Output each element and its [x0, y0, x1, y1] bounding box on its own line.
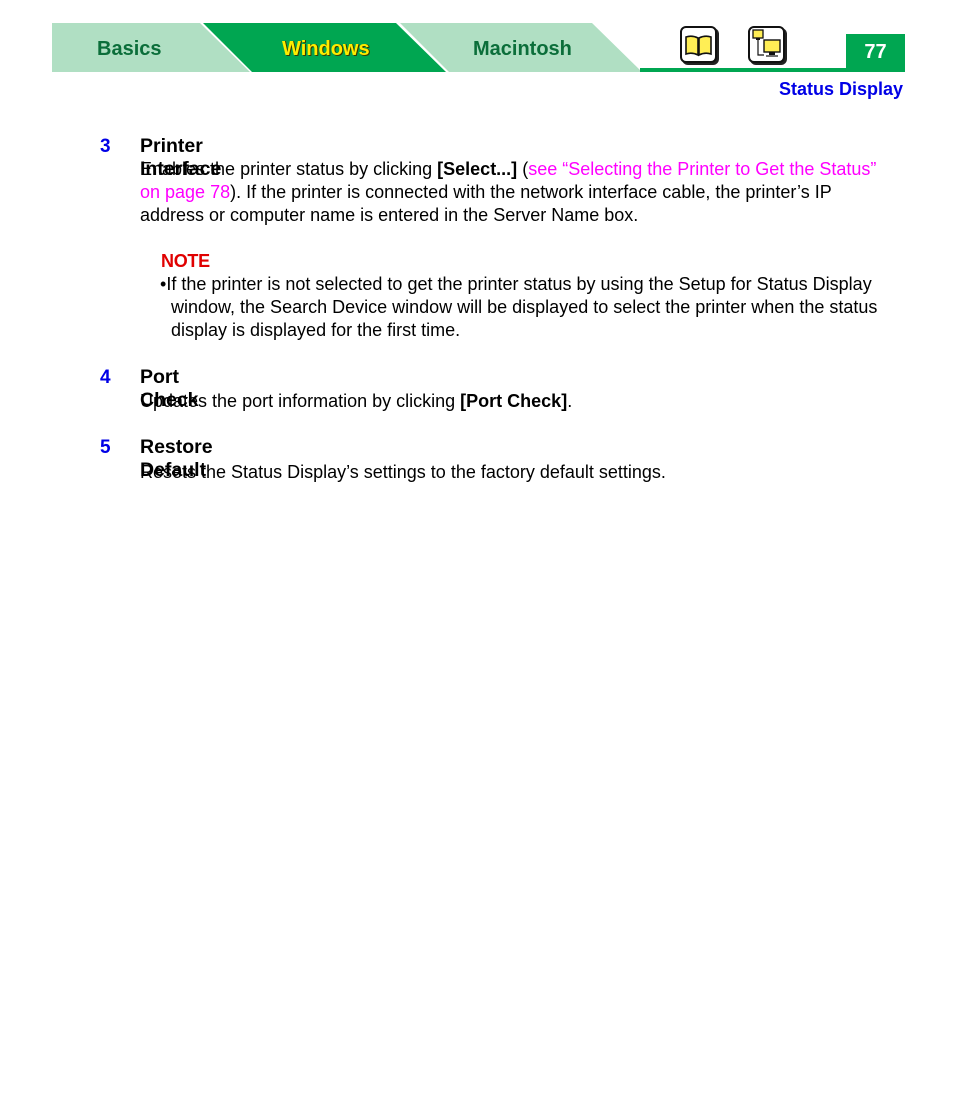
text: ). If the printer is connected with the …	[140, 182, 832, 225]
item-number: 4	[100, 367, 111, 388]
network-button[interactable]	[748, 26, 785, 63]
network-computer-icon	[752, 29, 781, 57]
section-title: Status Display	[778, 79, 903, 99]
text: (	[517, 159, 529, 179]
text: Enables the printer status by clicking	[140, 159, 438, 179]
text: Updates the port information by clicking	[140, 391, 461, 411]
tab-macintosh[interactable]: Macintosh	[473, 37, 572, 61]
item-number: 5	[100, 437, 111, 458]
item-number: 3	[100, 136, 111, 157]
navigation-tabs: Basics Windows Macintosh 77	[0, 0, 954, 80]
text: .	[567, 391, 573, 411]
contents-button[interactable]	[680, 26, 717, 63]
button-reference: [Select...]	[437, 159, 518, 179]
item-description: Updates the port information by clicking…	[140, 390, 880, 413]
tab-windows[interactable]: Windows	[282, 37, 370, 61]
item-description: Resets the Status Display’s settings to …	[140, 462, 666, 482]
book-icon	[685, 35, 712, 57]
note-item: •If the printer is not selected to get t…	[160, 273, 881, 342]
button-reference: [Port Check]	[460, 391, 568, 411]
page-number: 77	[846, 34, 905, 72]
item-description: Enables the printer status by clicking […	[140, 158, 880, 227]
note-label: NOTE	[161, 251, 210, 271]
note-text: If the printer is not selected to get th…	[166, 274, 878, 340]
tab-basics[interactable]: Basics	[97, 37, 162, 61]
